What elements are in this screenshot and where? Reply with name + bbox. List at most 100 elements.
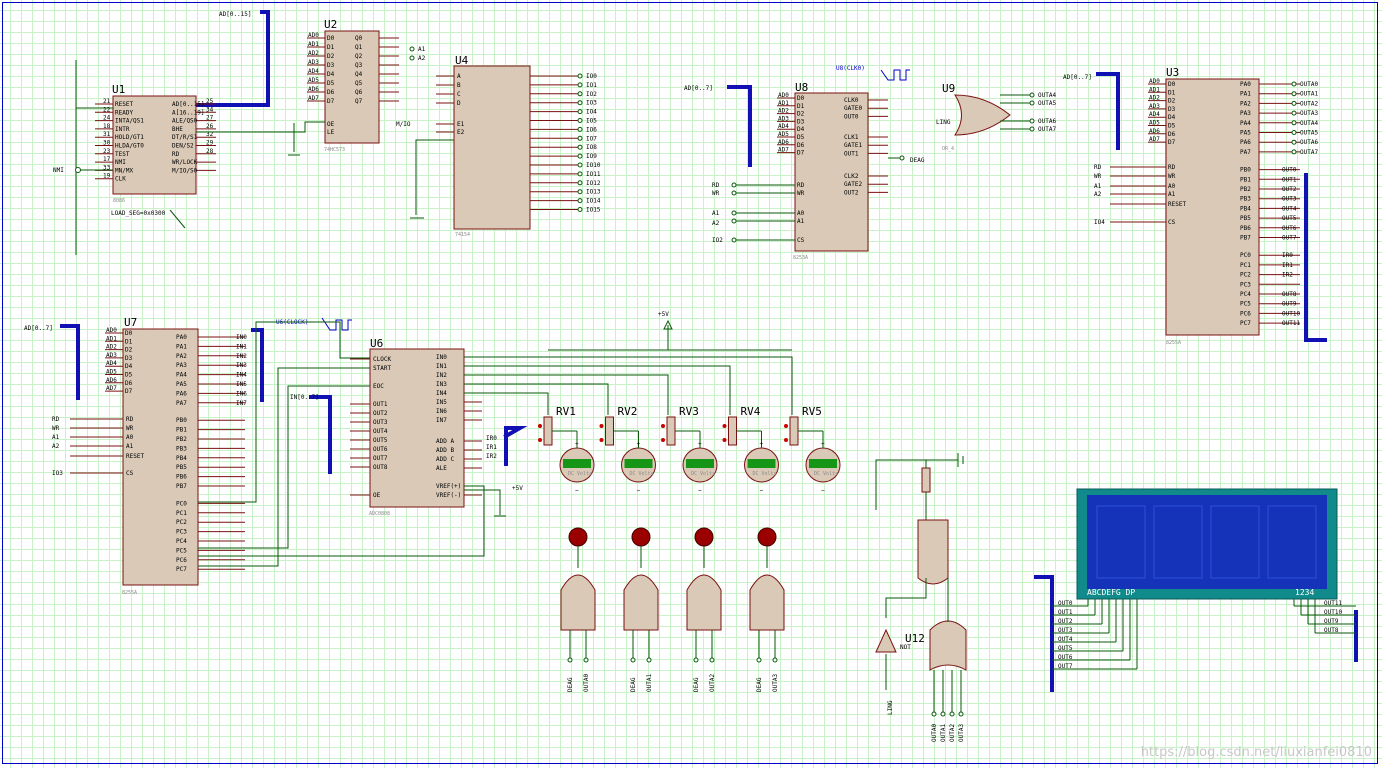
u3-pa-net: OUTA3	[1300, 110, 1318, 117]
u1-num: 19	[103, 173, 111, 180]
u4-out: IO7	[586, 135, 597, 142]
u7-pin: D4	[125, 363, 133, 370]
meter-unit: DC Volts	[568, 471, 592, 477]
u7-net: A1	[52, 434, 60, 441]
u3-net: AD2	[1149, 95, 1160, 102]
u7-ref: U7	[124, 316, 137, 329]
u4-out: IO14	[586, 198, 601, 205]
meter-plus: +	[821, 441, 825, 448]
and-input-net: OUTA3	[772, 674, 779, 692]
potentiometer-2[interactable]: RV2 DC Volts + −	[599, 405, 656, 494]
potentiometer-5[interactable]: RV5 DC Volts + −	[784, 405, 841, 494]
u7-pa-net: IN7	[236, 400, 247, 407]
u6-pin: IN3	[436, 381, 447, 388]
u7-pin: D0	[125, 330, 133, 337]
u1-pin: RD	[172, 151, 180, 158]
u12-not-label: NOT	[900, 644, 911, 651]
u7-net: AD7	[106, 385, 117, 392]
u3-pin: PC3	[1240, 281, 1251, 288]
watermark: https://blog.csdn.net/liuxianfei0810	[1140, 745, 1372, 760]
u4-pin: C	[457, 91, 461, 98]
u1-pin: CLK	[115, 176, 126, 183]
u12-logic[interactable]: NOT LING U12 OUTA0 OUTA1 OUTA2 OUTA3	[875, 453, 967, 742]
u2-net: AD7	[308, 95, 319, 102]
u8-net: IO2	[712, 237, 723, 244]
u3-pa-net: OUTA1	[1300, 91, 1318, 98]
u3-pin: D0	[1168, 81, 1176, 88]
u4-out: IO1	[586, 82, 597, 89]
lcd-digit-label: 1234	[1295, 588, 1314, 597]
lcd-seg-net: OUT4	[1058, 636, 1073, 643]
u3-net: WR	[1094, 173, 1102, 180]
potentiometer-4[interactable]: RV4 DC Volts + −	[722, 405, 779, 494]
u6-pin: OUT4	[373, 428, 388, 435]
meter-plus: +	[637, 441, 641, 448]
u3-pin: PB0	[1240, 167, 1251, 174]
u7-pin: CS	[126, 470, 134, 477]
u1-8086[interactable]: U1 LOAD_SEG=0x0300 8086 RESET 21 READY 22 IN…	[53, 60, 216, 255]
led-indicator	[631, 527, 651, 547]
u3-pc-net: OUT11	[1282, 320, 1300, 327]
u1-num: 22	[103, 106, 111, 113]
u7-pin: D6	[125, 380, 133, 387]
and-input-net: OUTA2	[709, 674, 716, 692]
circuit-diagram[interactable]: U1 LOAD_SEG=0x0300 8086 RESET 21 READY 22 IN…	[0, 0, 1382, 768]
u4-pin: E1	[457, 121, 465, 128]
u1-net: 34	[206, 106, 214, 113]
u7-ppi[interactable]: U7 8255A D0 AD0 D1 AD1 D2 AD2 D3 AD3 D4 AD4 D5 AD5 D…	[24, 316, 247, 596]
and-gate-4[interactable]: DEAG OUTA3	[749, 527, 785, 692]
u4-ref: U4	[455, 54, 469, 67]
u6-vref-label: +5V	[512, 485, 523, 492]
potentiometer-group[interactable]: RV1DC Volts+−RV2DC Volts+−RV3DC Volts+−R…	[538, 405, 841, 494]
u2-net: AD4	[308, 68, 319, 75]
u8-net: AD6	[778, 139, 789, 146]
u3-pin: WR	[1168, 173, 1176, 180]
u3-net: RD	[1094, 164, 1102, 171]
u3-net: AD3	[1149, 103, 1160, 110]
potentiometer-3[interactable]: RV3 DC Volts + −	[661, 405, 718, 494]
u7-pin: PA3	[176, 362, 187, 369]
u7-pin: PC0	[176, 500, 187, 507]
and-gate-1[interactable]: DEAG OUTA0	[560, 527, 596, 692]
u1-num: 31	[103, 131, 111, 138]
u7-pin: RD	[126, 416, 134, 423]
u4-out: IO9	[586, 153, 597, 160]
u4-decoder[interactable]: U4 74154 ABCDE1E2M/IOIO0IO1IO2IO3IO4IO5I…	[396, 54, 601, 238]
u7-pin: PC7	[176, 566, 187, 573]
u6-pin: OUT2	[373, 410, 388, 417]
u2-out-net: A1	[418, 46, 426, 53]
u4-type: 74154	[455, 232, 470, 238]
u8-pin: D7	[797, 150, 805, 157]
u1-pin: INTA/QS1	[115, 118, 144, 125]
u6-pin: OUT6	[373, 446, 388, 453]
lcd-display[interactable]: ABCDEFG DP 1234 OUT0 OUT1 OUT2 OUT3 OUT4 OUT5…	[1052, 488, 1356, 670]
u3-pa-net: OUTA2	[1300, 100, 1318, 107]
u6-pin: IN6	[436, 408, 447, 415]
u2-net: AD2	[308, 50, 319, 57]
u6-adc[interactable]: U6 ADC0808 CLOCK START EOC OUT1 OUT2 OUT3 OUT4…	[276, 317, 523, 517]
u7-net: AD6	[106, 377, 117, 384]
u8-timer[interactable]: U8 8253A D0 AD0 D1 AD1 D2 AD2 D3 AD3 D4 AD4 D5 AD5 D…	[684, 65, 925, 261]
u1-type: 8086	[113, 198, 125, 204]
and-gate-group[interactable]: DEAG OUTA0 DEAG OUTA1 DEAG OUTA2 DEAG OUTA3	[560, 527, 785, 692]
u3-pin: RESET	[1168, 201, 1186, 208]
u6-pin: VREF(-)	[436, 492, 461, 499]
u8-pin: OUT1	[844, 150, 859, 157]
u7-net: IO3	[52, 470, 63, 477]
u7-net: AD3	[106, 352, 117, 359]
u3-pin: PA0	[1240, 81, 1251, 88]
u7-pin: PC5	[176, 547, 187, 554]
u3-pa-net: OUTA6	[1300, 139, 1318, 146]
and-gate-2[interactable]: DEAG OUTA1	[623, 527, 659, 692]
u2-pin: Q2	[355, 53, 363, 60]
u6-ir-net: IR0	[486, 435, 497, 442]
u9-or-gate[interactable]: U9 OR_4 LING OUTA4OUTA5 OUTA6OUTA7	[936, 82, 1056, 152]
u2-latch[interactable]: U2 74HC573 D0 AD0 D1 AD1 D2 AD2 D3 AD3 D4 AD4 D5 AD…	[196, 18, 426, 156]
u3-pin: PC0	[1240, 252, 1251, 259]
u1-pin: DT/R/S1	[172, 134, 198, 141]
potentiometer-1[interactable]: RV1 DC Volts + −	[538, 405, 595, 494]
and-input-net: DEAG	[630, 677, 637, 692]
u3-ppi[interactable]: U3 8255A D0 AD0 D1 AD1 D2 AD2 D3 AD3 D4 AD4 D5 AD5 D…	[1063, 66, 1318, 346]
u2-pin: Q0	[355, 35, 363, 42]
and-gate-3[interactable]: DEAG OUTA2	[686, 527, 722, 692]
